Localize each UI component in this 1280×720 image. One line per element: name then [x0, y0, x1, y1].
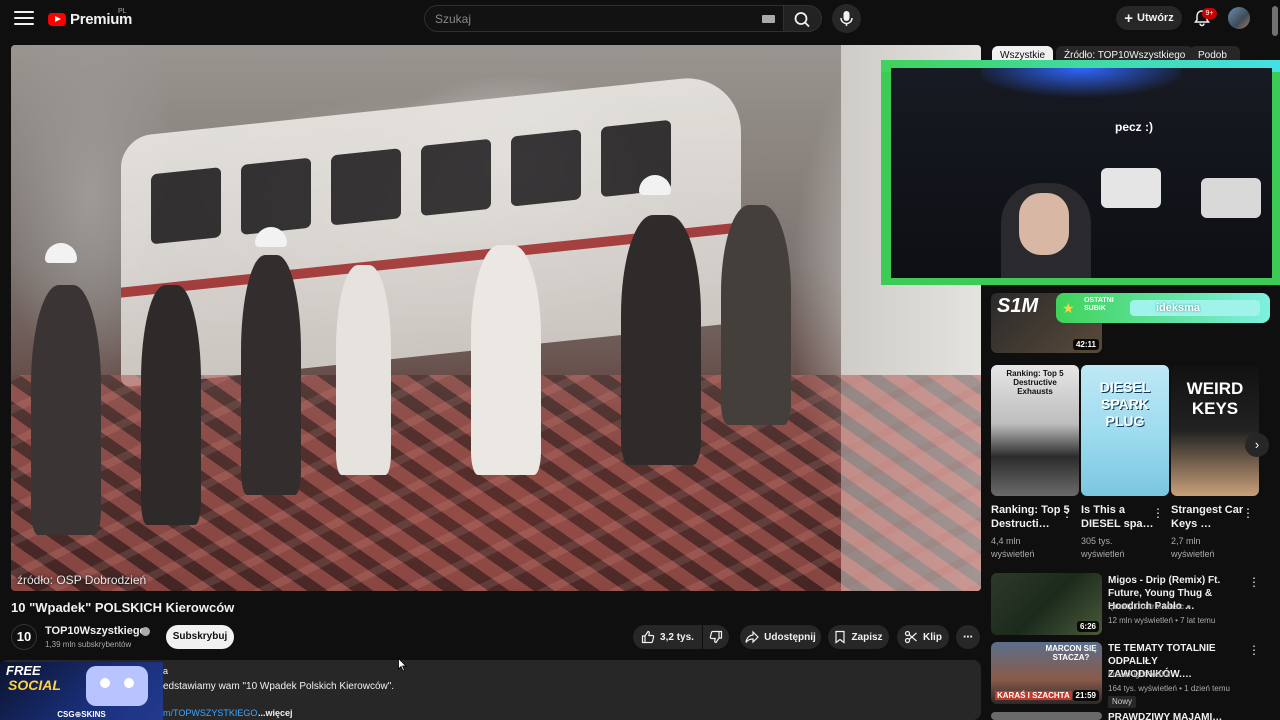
shelf-meta-2: 305 tys. wyświetleń: [1081, 536, 1125, 559]
rec-title[interactable]: PRAWDZIWY MAJAMI…: [1108, 711, 1243, 720]
save-label: Zapisz: [851, 631, 883, 643]
rec-thumbnail[interactable]: MARCON SIĘ STACZA? KARAŚ I SZACHTA 21:59: [991, 642, 1102, 704]
keyboard-icon[interactable]: [762, 15, 775, 23]
shelf-title-1[interactable]: Ranking: Top 5 Destructi…: [991, 503, 1071, 531]
top-bar: Premium PL + Utwórz 9+: [0, 0, 1280, 38]
mic-icon: [840, 11, 853, 26]
thumbs-up-icon: [641, 630, 655, 644]
description-text: edstawiamy wam "10 Wpadek Polskich Kiero…: [163, 681, 395, 692]
more-vert-icon[interactable]: ⋮: [1061, 507, 1073, 519]
ad-text-line1: FREE: [6, 663, 41, 678]
channel-avatar[interactable]: 10: [11, 624, 37, 650]
shelf-thumb-text: Ranking: Top 5 Destructive Exhausts: [1006, 369, 1064, 396]
scissors-icon: [904, 630, 917, 644]
discord-bot-icon: [86, 666, 148, 706]
webcam-caption: pecz :): [1115, 120, 1154, 134]
video-player[interactable]: źródło: OSP Dobrodzień: [11, 45, 981, 591]
more-vert-icon[interactable]: ⋮: [1152, 507, 1164, 519]
clip-label: Klip: [923, 631, 942, 643]
ad-brand: CSG⊕SKINS: [57, 710, 106, 719]
voice-search-button[interactable]: [832, 4, 861, 33]
shelf-thumbnail-3[interactable]: WEIRD KEYS: [1171, 365, 1259, 496]
rec-meta: 164 tys. wyświetleń • 1 dzień temu: [1108, 684, 1230, 693]
shelf-next-button[interactable]: ›: [1245, 433, 1269, 457]
like-button[interactable]: 3,2 tys.: [633, 625, 702, 649]
rec-thumb-text: KARAŚ I SZACHTA: [995, 691, 1072, 700]
more-vert-icon[interactable]: ⋮: [1248, 576, 1260, 588]
account-avatar[interactable]: [1228, 7, 1250, 29]
share-icon: [745, 630, 760, 644]
channel-name[interactable]: TOP10Wszystkiego: [45, 625, 146, 637]
rec-thumbnail[interactable]: [991, 712, 1102, 720]
menu-icon[interactable]: [14, 11, 34, 27]
bookmark-icon: [835, 630, 846, 644]
new-badge: Nowy: [1108, 696, 1137, 708]
subscriber-count: 1,39 mln subskrybentów: [45, 640, 132, 649]
share-button[interactable]: Udostępnij: [740, 625, 821, 649]
shelf-thumbnail-2[interactable]: DIESEL SPARK PLUG: [1081, 365, 1169, 496]
notification-badge: 9+: [1202, 8, 1217, 19]
plus-icon: +: [1124, 9, 1134, 27]
video-source-caption: źródło: OSP Dobrodzień: [17, 573, 147, 587]
youtube-play-icon: [48, 12, 66, 26]
chevron-right-icon: ›: [1254, 437, 1260, 452]
video-duration: 6:26: [1076, 621, 1099, 632]
share-label: Udostępnij: [764, 631, 816, 643]
more-actions-button[interactable]: ⋯: [956, 625, 980, 649]
shelf-thumb-text: WEIRD KEYS: [1186, 379, 1244, 418]
search-input[interactable]: [435, 10, 735, 28]
shelf-meta-3: 2,7 mln wyświetleń: [1171, 536, 1215, 559]
last-subscriber-label: OSTATNI SUBIK: [1084, 297, 1114, 312]
last-subscriber-name: ideksma: [1130, 300, 1260, 316]
rec-channel[interactable]: FreakFightPolska: [1108, 670, 1170, 679]
star-icon: ★: [1062, 300, 1075, 316]
subscribe-button[interactable]: Subskrybuj: [166, 625, 234, 649]
rec-thumbnail[interactable]: 6:26: [991, 573, 1102, 635]
video-duration: 21:59: [1072, 690, 1099, 701]
thumbs-down-icon: [709, 630, 723, 644]
shelf-thumbnail-1[interactable]: Ranking: Top 5 Destructive Exhausts: [991, 365, 1079, 496]
shelf-title-3[interactable]: Strangest Car Keys …: [1171, 503, 1251, 531]
description-link[interactable]: m/TOPWSZYSTKIEGO: [163, 708, 257, 718]
shelf-thumb-text: DIESEL SPARK PLUG: [1099, 379, 1151, 429]
shelf-title-2[interactable]: Is This a DIESEL spa…: [1081, 503, 1161, 531]
search-button[interactable]: [784, 5, 822, 32]
rec-thumb-text: MARCON SIĘ STACZA?: [1045, 644, 1097, 662]
description-fragment: a: [163, 666, 169, 676]
ad-text-line2: SOCIAL: [8, 677, 61, 693]
verified-icon: ●: [1186, 602, 1192, 611]
search-box: [424, 5, 784, 32]
logo-country: PL: [118, 8, 127, 15]
rec-thumb-text: S1M: [997, 295, 1039, 317]
video-duration: 42:11: [1072, 339, 1099, 350]
dislike-button[interactable]: [703, 625, 729, 649]
webcam-overlay: pecz :): [881, 60, 1280, 285]
save-button[interactable]: Zapisz: [828, 625, 889, 649]
rec-channel[interactable]: Quality Control Music ●: [1108, 602, 1191, 611]
more-horiz-icon: ⋯: [963, 631, 973, 643]
last-subscriber-banner: ★ OSTATNI SUBIK ideksma: [1056, 293, 1270, 323]
clip-button[interactable]: Klip: [897, 625, 949, 649]
video-title: 10 "Wpadek" POLSKICH Kierowców: [11, 600, 235, 615]
verified-icon: [141, 627, 150, 636]
ad-banner[interactable]: FREE SOCIAL CSG⊕SKINS: [0, 662, 163, 720]
like-count: 3,2 tys.: [660, 631, 694, 643]
create-button[interactable]: + Utwórz: [1116, 6, 1182, 30]
shelf-meta-1: 4,4 mln wyświetleń: [991, 536, 1035, 559]
page-scrollbar[interactable]: [1272, 6, 1278, 36]
search-icon: [794, 12, 810, 28]
more-vert-icon[interactable]: ⋮: [1248, 644, 1260, 656]
create-label: Utwórz: [1137, 12, 1174, 24]
more-vert-icon[interactable]: ⋮: [1242, 507, 1254, 519]
rec-meta: 12 mln wyświetleń • 7 lat temu: [1108, 616, 1216, 625]
mouse-cursor-icon: [398, 658, 407, 672]
show-more-link[interactable]: ...więcej: [258, 708, 293, 718]
